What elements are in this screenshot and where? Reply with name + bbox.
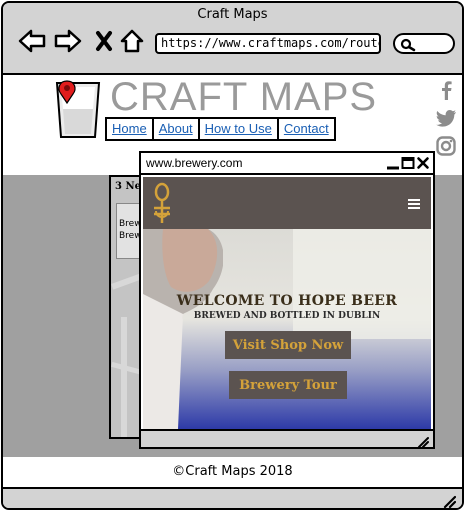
minimize-icon[interactable] — [385, 155, 401, 171]
back-button[interactable] — [17, 27, 47, 55]
browser-titlebar: Craft Maps https://www.craftmaps.com/rou… — [3, 3, 462, 75]
browser-statusbar — [3, 487, 462, 508]
window-title: Craft Maps — [197, 7, 268, 22]
hero-background — [293, 229, 431, 339]
forward-button[interactable] — [53, 27, 83, 55]
home-button[interactable] — [117, 27, 147, 55]
browser-search-box[interactable] — [393, 33, 455, 54]
hero-banner: WELCOME TO HOPE BEER BREWED AND BOTTLED … — [143, 229, 431, 429]
popup-titlebar: www.brewery.com — [141, 153, 433, 175]
resize-grip-icon[interactable] — [417, 433, 429, 452]
site-footer: ©Craft Maps 2018 — [3, 457, 462, 487]
hero-title: WELCOME TO HOPE BEER — [176, 293, 398, 309]
main-nav: Home About How to Use Contact — [105, 117, 336, 141]
twitter-icon[interactable] — [435, 108, 459, 132]
popup-window: www.brewery.com WELCOME TO HOPE BEER BRE… — [139, 151, 435, 449]
hamburger-menu-icon[interactable] — [407, 195, 421, 214]
map-road — [121, 317, 127, 437]
address-bar[interactable]: https://www.craftmaps.com/routes( — [155, 33, 381, 54]
nav-contact-link[interactable]: Contact — [279, 119, 334, 139]
browser-window: Craft Maps https://www.craftmaps.com/rou… — [1, 1, 464, 510]
resize-grip-icon[interactable] — [442, 493, 457, 508]
visit-shop-button[interactable]: Visit Shop Now — [225, 331, 351, 359]
nav-home-link[interactable]: Home — [107, 119, 154, 139]
search-icon — [400, 37, 416, 56]
hero-subtitle: BREWED AND BOTTLED IN DUBLIN — [193, 311, 381, 321]
brand-title: CRAFT MAPS — [110, 75, 378, 119]
popup-statusbar — [141, 429, 433, 448]
brewery-tour-button[interactable]: Brewery Tour — [229, 371, 347, 399]
social-links — [435, 79, 459, 164]
stop-button[interactable] — [89, 27, 119, 55]
brewery-navbar — [143, 177, 431, 229]
brewery-page: WELCOME TO HOPE BEER BREWED AND BOTTLED … — [143, 177, 431, 429]
craft-maps-logo[interactable] — [53, 79, 103, 145]
maximize-icon[interactable] — [400, 155, 416, 171]
close-icon[interactable] — [415, 155, 431, 171]
hero-person-image — [143, 229, 223, 429]
popup-url: www.brewery.com — [146, 156, 243, 170]
instagram-icon[interactable] — [435, 135, 459, 161]
facebook-icon[interactable] — [435, 79, 459, 105]
nav-about-link[interactable]: About — [154, 119, 200, 139]
nav-how-to-use-link[interactable]: How to Use — [200, 119, 279, 139]
hope-logo-icon[interactable] — [151, 181, 173, 229]
